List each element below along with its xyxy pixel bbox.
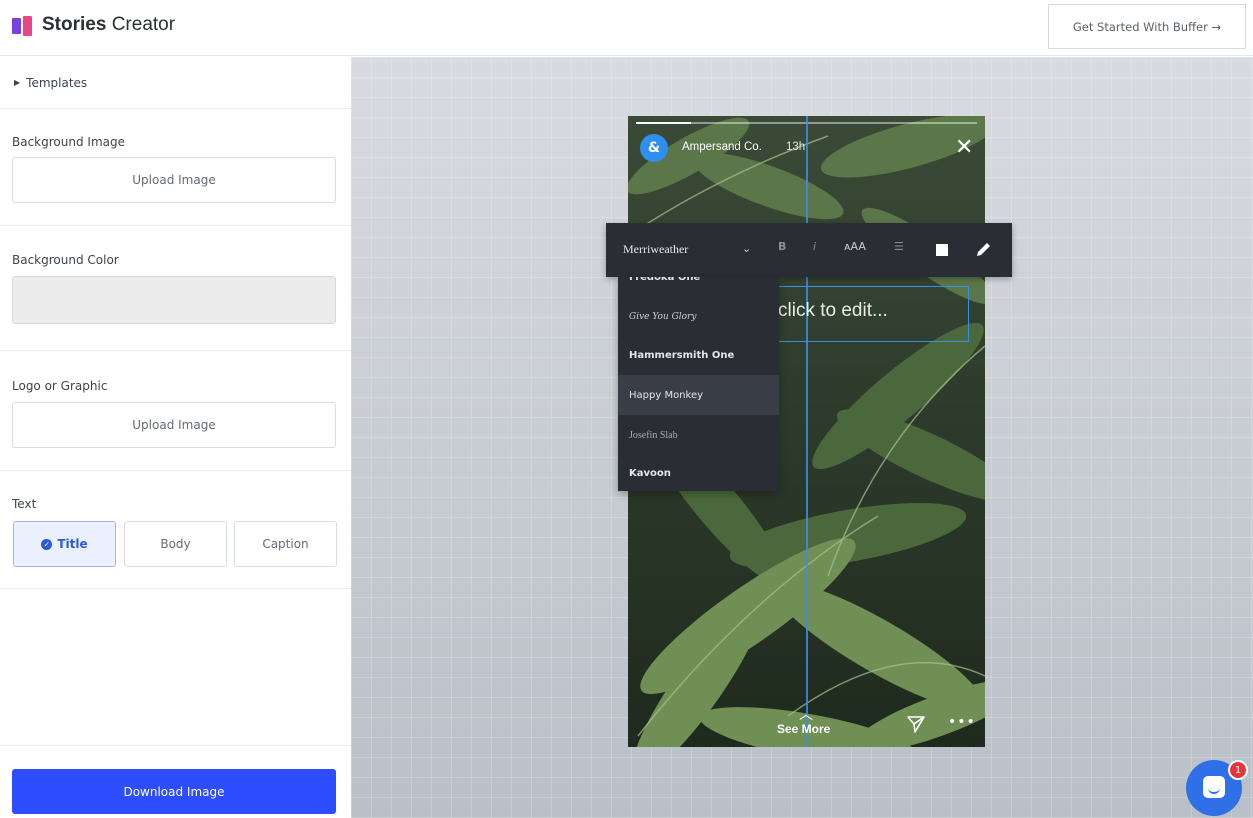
text-option-title[interactable]: ✓ Title — [13, 521, 116, 567]
text-background-toggle[interactable] — [936, 244, 948, 256]
font-size-button[interactable]: ᴀAA — [844, 240, 866, 253]
text-label: Text — [12, 497, 37, 511]
app-header: Stories Creator Get Started With Buffer … — [0, 0, 1253, 56]
get-started-button[interactable]: Get Started With Buffer → — [1048, 4, 1246, 49]
upload-logo-button[interactable]: Upload Image — [12, 402, 336, 448]
send-icon[interactable] — [906, 714, 926, 734]
logo-graphic-section: Logo or Graphic Upload Image — [0, 351, 351, 471]
close-icon[interactable]: ✕ — [955, 137, 973, 159]
font-option[interactable]: Fredoka One — [618, 277, 779, 297]
font-option[interactable]: Josefin Slab — [618, 415, 779, 455]
background-image-section: Background Image Upload Image — [0, 109, 351, 226]
italic-button[interactable]: i — [813, 240, 816, 253]
font-option[interactable]: Kavoon — [618, 453, 779, 491]
font-option[interactable]: Hammersmith One — [618, 335, 779, 375]
text-option-caption[interactable]: Caption — [234, 521, 337, 567]
story-progress-fill — [636, 122, 691, 124]
pen-color-icon[interactable] — [974, 241, 992, 259]
background-image-label: Background Image — [12, 135, 125, 149]
text-format-toolbar: Merriweather ⌄ B i ᴀAA ☰ — [606, 223, 1012, 277]
sidebar-divider — [0, 745, 351, 746]
logo-graphic-label: Logo or Graphic — [12, 379, 108, 393]
background-color-section: Background Color — [0, 226, 351, 351]
title-text-placeholder[interactable]: click to edit... — [778, 300, 888, 322]
font-option[interactable]: Give You Glory — [618, 297, 779, 337]
notification-badge: 1 — [1228, 760, 1248, 780]
upload-background-button[interactable]: Upload Image — [12, 157, 336, 203]
app-title: Stories Creator — [42, 14, 176, 35]
text-option-body[interactable]: Body — [124, 521, 227, 567]
background-color-label: Background Color — [12, 253, 119, 267]
align-button[interactable]: ☰ — [894, 240, 904, 253]
font-select[interactable]: Merriweather — [623, 242, 688, 257]
brand-avatar: & — [640, 134, 668, 162]
text-section: Text ✓ Title Body Caption — [0, 471, 351, 589]
background-color-swatch[interactable] — [12, 276, 336, 324]
caret-right-icon: ▶ — [14, 78, 21, 87]
font-option-hovered[interactable]: Happy Monkey — [618, 375, 779, 415]
sidebar: ▶ Templates Background Image Upload Imag… — [0, 57, 351, 818]
bold-button[interactable]: B — [778, 240, 786, 253]
story-time: 13h — [786, 141, 806, 153]
stories-logo-icon — [12, 16, 32, 36]
download-image-button[interactable]: Download Image — [12, 769, 336, 814]
brand-name: Ampersand Co. — [682, 141, 762, 153]
more-options-icon[interactable]: ••• — [948, 714, 976, 730]
center-guide-line — [806, 116, 808, 747]
templates-label: Templates — [26, 75, 88, 90]
font-dropdown: Fredoka One Give You Glory Hammersmith O… — [618, 277, 779, 491]
templates-toggle[interactable]: ▶ Templates — [0, 57, 351, 109]
chat-icon — [1203, 776, 1225, 798]
see-more-label[interactable]: See More — [777, 722, 830, 736]
chevron-down-icon[interactable]: ⌄ — [742, 242, 751, 255]
check-icon: ✓ — [41, 538, 53, 550]
chevron-up-icon: ︿ — [799, 707, 813, 723]
